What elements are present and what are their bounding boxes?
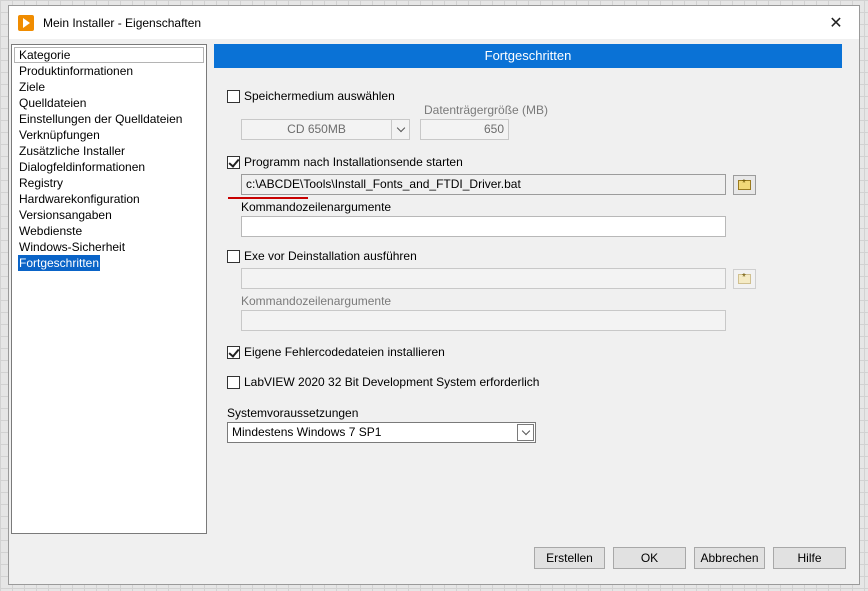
- sidebar-item-label: Versionsangaben: [19, 208, 112, 222]
- category-items: Produktinformationen Ziele Quelldateien Ein…: [12, 63, 206, 271]
- system-req-select[interactable]: Mindestens Windows 7 SP1: [227, 422, 536, 443]
- run-after-checkbox-label: Programm nach Installationsende starten: [244, 155, 463, 169]
- uninstall-exe-args-field[interactable]: [241, 310, 726, 331]
- storage-media-value: CD 650MB: [287, 122, 346, 136]
- sidebar-item-webdienste[interactable]: Webdienste: [18, 223, 206, 239]
- sidebar-item-label: Registry: [19, 176, 64, 190]
- annotation-underline: [228, 197, 308, 199]
- sidebar-item-label: Windows-Sicherheit: [19, 240, 126, 254]
- sidebar-item-label: Produktinformationen: [19, 64, 134, 78]
- labview-required-checkbox[interactable]: [227, 375, 240, 389]
- size-label: Datenträgergröße (MB): [424, 103, 549, 117]
- cancel-button[interactable]: Abbrechen: [694, 547, 765, 569]
- category-header: Kategorie: [14, 47, 204, 63]
- uninstall-exe-path-field[interactable]: [241, 268, 726, 289]
- error-files-checkbox-row[interactable]: Eigene Fehlercodedateien installieren: [227, 345, 445, 359]
- folder-icon: [738, 178, 751, 190]
- section-header: Fortgeschritten: [214, 44, 842, 68]
- sidebar-item-label: Dialogfeldinformationen: [19, 160, 146, 174]
- sidebar-item-label: Einstellungen der Quelldateien: [19, 112, 183, 126]
- sidebar-item-label: Fortgeschritten: [18, 255, 101, 271]
- title-bar: Mein Installer - Eigenschaften ✕: [9, 6, 859, 39]
- sidebar-item-label: Zusätzliche Installer: [19, 144, 126, 158]
- sidebar-item-ziele[interactable]: Ziele: [18, 79, 206, 95]
- run-after-checkbox-row[interactable]: Programm nach Installationsende starten: [227, 155, 463, 169]
- build-button[interactable]: Erstellen: [534, 547, 605, 569]
- sidebar-item-zusätzliche-installer[interactable]: Zusätzliche Installer: [18, 143, 206, 159]
- system-req-label: Systemvoraussetzungen: [227, 406, 359, 420]
- run-after-browse-button[interactable]: [733, 175, 756, 195]
- sidebar-item-label: Webdienste: [19, 224, 83, 238]
- error-files-checkbox[interactable]: [227, 345, 240, 359]
- uninstall-exe-browse-button[interactable]: [733, 269, 756, 289]
- sidebar-item-registry[interactable]: Registry: [18, 175, 206, 191]
- run-after-path-field[interactable]: c:\ABCDE\Tools\Install_Fonts_and_FTDI_Dr…: [241, 174, 726, 195]
- run-after-args-label: Kommandozeilenargumente: [241, 200, 392, 214]
- category-list[interactable]: Kategorie Produktinformationen Ziele Quell…: [11, 44, 207, 534]
- sidebar-item-versionsangaben[interactable]: Versionsangaben: [18, 207, 206, 223]
- sidebar-item-fortgeschritten[interactable]: Fortgeschritten: [18, 255, 206, 271]
- storage-checkbox-label: Speichermedium auswählen: [244, 89, 395, 103]
- ok-button[interactable]: OK: [613, 547, 686, 569]
- sidebar-item-hardwarekonfiguration[interactable]: Hardwarekonfiguration: [18, 191, 206, 207]
- folder-icon: [738, 272, 751, 284]
- chevron-down-icon[interactable]: [391, 120, 409, 139]
- sidebar-item-produktinformationen[interactable]: Produktinformationen: [18, 63, 206, 79]
- sidebar-item-windows-sicherheit[interactable]: Windows-Sicherheit: [18, 239, 206, 255]
- chevron-down-icon[interactable]: [517, 424, 534, 441]
- uninstall-exe-checkbox-label: Exe vor Deinstallation ausführen: [244, 249, 417, 263]
- sidebar-item-label: Ziele: [19, 80, 46, 94]
- run-after-checkbox[interactable]: [227, 155, 240, 169]
- window-title: Mein Installer - Eigenschaften: [43, 16, 202, 30]
- storage-media-select[interactable]: CD 650MB: [241, 119, 410, 140]
- run-after-args-field[interactable]: [241, 216, 726, 237]
- storage-checkbox-row[interactable]: Speichermedium auswählen: [227, 89, 395, 103]
- sidebar-item-label: Quelldateien: [19, 96, 87, 110]
- uninstall-exe-args-label: Kommandozeilenargumente: [241, 294, 392, 308]
- sidebar-item-label: Hardwarekonfiguration: [19, 192, 140, 206]
- system-req-value: Mindestens Windows 7 SP1: [232, 425, 382, 439]
- sidebar-item-dialogfeldinformationen[interactable]: Dialogfeldinformationen: [18, 159, 206, 175]
- labview-app-icon: [18, 15, 34, 31]
- sidebar-item-quelldateien[interactable]: Quelldateien: [18, 95, 206, 111]
- labview-required-checkbox-label: LabVIEW 2020 32 Bit Development System e…: [244, 375, 540, 389]
- labview-required-checkbox-row[interactable]: LabVIEW 2020 32 Bit Development System e…: [227, 375, 539, 389]
- storage-checkbox[interactable]: [227, 89, 240, 103]
- help-button[interactable]: Hilfe: [773, 547, 846, 569]
- uninstall-exe-checkbox[interactable]: [227, 249, 240, 263]
- close-button[interactable]: ✕: [813, 6, 859, 39]
- size-field[interactable]: 650: [420, 119, 509, 140]
- uninstall-exe-checkbox-row[interactable]: Exe vor Deinstallation ausführen: [227, 249, 417, 263]
- sidebar-item-verknüpfungen[interactable]: Verknüpfungen: [18, 127, 206, 143]
- sidebar-item-einstellungen-der-quelldateien[interactable]: Einstellungen der Quelldateien: [18, 111, 206, 127]
- sidebar-item-label: Verknüpfungen: [19, 128, 100, 142]
- error-files-checkbox-label: Eigene Fehlercodedateien installieren: [244, 345, 445, 359]
